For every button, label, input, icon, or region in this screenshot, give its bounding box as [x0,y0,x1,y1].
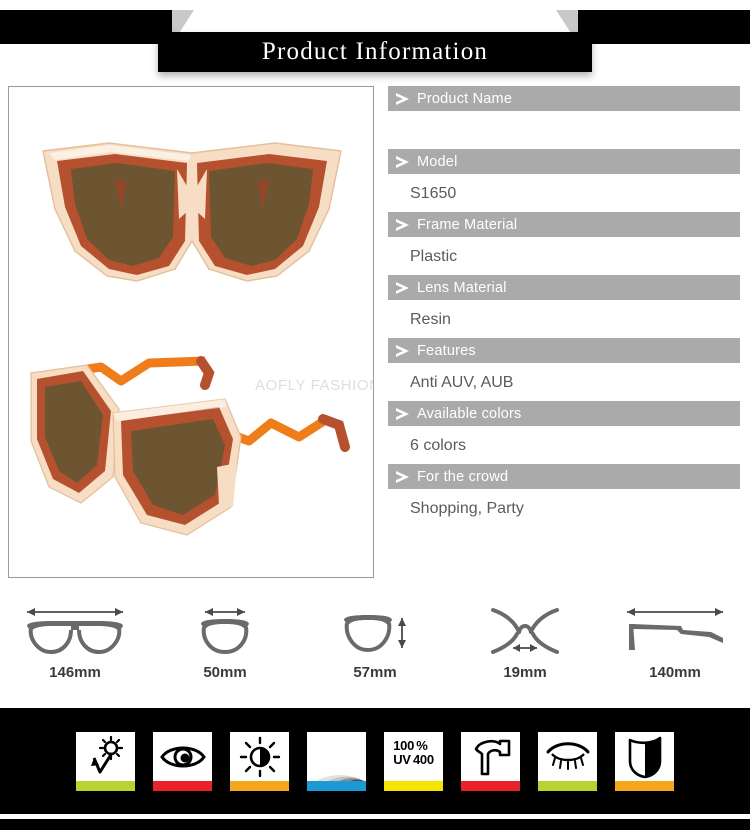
uv400-label: 100 % UV 400 [393,738,434,767]
spec-label: Frame Material [417,216,518,233]
measurement-label: 140mm [649,664,701,681]
lens-height-icon [344,615,406,653]
spec-value-product-name [388,112,740,149]
tile-color-bar [461,780,520,791]
ribbon-banner: Product Information [158,32,592,72]
tile-color-bar [615,780,674,791]
measurement-label: 19mm [503,664,547,681]
feature-tile-shield-protection [615,731,674,791]
bottom-black-bar [0,819,750,830]
spec-header-available-colors: Available colors [388,401,740,426]
measurement-bridge-width: 19mm [450,596,600,681]
sun-protection-icon [76,732,135,787]
feature-tile-impact-resistance [461,731,520,791]
clear-vision-eye-icon [153,732,212,787]
page-title: Product Information [261,38,489,65]
spec-value-lens-material: Resin [410,310,451,328]
chevron-right-icon [396,281,409,294]
spec-label: Available colors [417,405,522,422]
frame-total-width-icon [27,608,123,655]
sunglasses-angled-view [9,337,373,577]
tile-color-bar [153,780,212,791]
measurement-temple-length: 140mm [600,596,750,681]
feature-icon-strip: 100 % UV 400 [0,708,750,814]
spec-header-frame-material: Frame Material [388,212,740,237]
chevron-right-icon [396,407,409,420]
eye-comfort-icon [538,732,597,787]
measurement-lens-height: 57mm [300,596,450,681]
spec-label: Model [417,153,458,170]
spec-value-model: S1650 [410,184,457,202]
anti-glare-sun-icon [230,732,289,787]
uv400-badge-icon: 100 % UV 400 [384,732,443,787]
product-gallery: AOFLY FASHION [0,82,380,590]
tile-color-bar [538,780,597,791]
tile-color-bar [384,780,443,791]
spec-header-for-the-crowd: For the crowd [388,464,740,489]
spec-value-available-colors: 6 colors [410,436,467,454]
feature-tile-eye-comfort [538,731,597,791]
specification-list: Product Name Model S1650 Frame Material … [380,82,742,590]
tile-color-bar [307,780,366,791]
chevron-right-icon [396,155,409,168]
ribbon-wing-right [576,10,750,44]
measurement-label: 146mm [49,664,101,681]
spec-value-features: Anti AUV, AUB [410,373,514,391]
spec-header-model: Model [388,149,740,174]
feature-tile-anti-glare [230,731,289,791]
spec-header-product-name: Product Name [388,86,740,111]
chevron-right-icon [396,344,409,357]
spec-value-for-the-crowd: Shopping, Party [410,499,524,517]
feature-tile-radiation-block [307,731,366,791]
product-content: AOFLY FASHION Product Name Model S1650 F… [0,82,750,590]
lens-width-icon [201,608,249,655]
shield-protection-icon [615,732,674,787]
temple-length-icon [627,608,723,650]
spec-header-lens-material: Lens Material [388,275,740,300]
spec-label: Features [417,342,476,359]
spec-label: Product Name [417,90,513,107]
sunglasses-front-view [9,91,373,337]
feature-tile-clear-vision [153,731,212,791]
product-image-frame: AOFLY FASHION [8,86,374,578]
measurement-label: 50mm [203,664,247,681]
spec-label: Lens Material [417,279,507,296]
impact-resistance-hammer-icon [461,732,520,787]
measurement-row: 146mm 50mm 57mm 19mm 140mm [0,596,750,708]
feature-tile-uv400: 100 % UV 400 [384,731,443,791]
tile-color-bar [76,780,135,791]
measurement-lens-width: 50mm [150,596,300,681]
chevron-right-icon [396,218,409,231]
ribbon-wing-left [0,10,174,44]
measurement-frame-width: 146mm [0,596,150,681]
measurement-label: 57mm [353,664,397,681]
chevron-right-icon [396,470,409,483]
tile-color-bar [230,780,289,791]
feature-tile-sun-protection [76,731,135,791]
radiation-waves-icon [307,732,366,787]
spec-value-frame-material: Plastic [410,247,458,265]
page-header: Product Information [0,0,750,82]
bridge-width-icon [491,608,559,654]
chevron-right-icon [396,92,409,105]
spec-header-features: Features [388,338,740,363]
spec-label: For the crowd [417,468,509,485]
